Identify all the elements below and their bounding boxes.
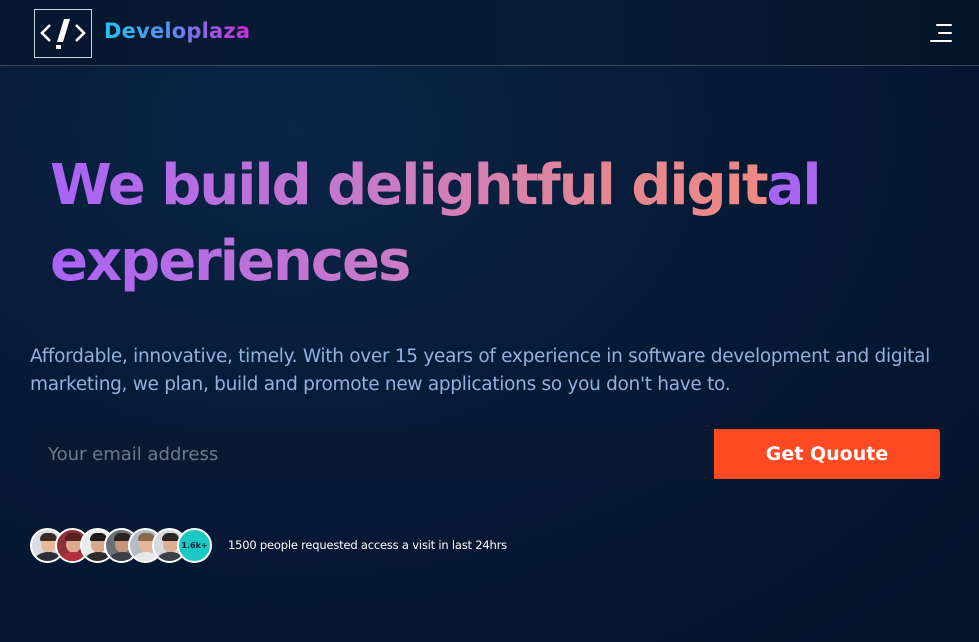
logo[interactable]: [34, 9, 92, 58]
code-slash-icon: [40, 19, 86, 49]
get-quote-button[interactable]: Get Quoute: [714, 429, 940, 479]
hamburger-menu-icon[interactable]: [929, 22, 953, 44]
hero-subtitle: Affordable, innovative, timely. With ove…: [30, 346, 930, 395]
count-badge: 1.6k+: [177, 528, 212, 563]
top-navbar: Developlaza: [0, 0, 979, 66]
headline-line-1: We build delightful digital: [50, 153, 822, 218]
email-input[interactable]: [30, 429, 714, 479]
hero-headline: We build delightful digital experiences: [50, 148, 910, 300]
headline-line-2: experiences: [50, 229, 411, 294]
brand-name[interactable]: Developlaza: [104, 19, 250, 43]
social-proof-text: 1500 people requested access a visit in …: [228, 538, 507, 552]
